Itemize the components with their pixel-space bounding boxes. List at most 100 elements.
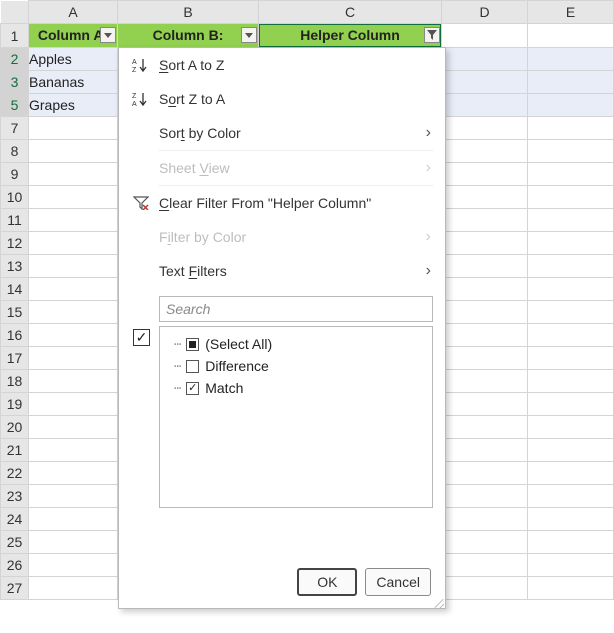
- cell[interactable]: [29, 324, 118, 347]
- header-cell-B[interactable]: Column B:: [118, 24, 258, 47]
- cell[interactable]: [29, 163, 118, 186]
- cell[interactable]: [528, 347, 614, 370]
- filter-value-difference[interactable]: ⋯ Difference: [168, 355, 424, 377]
- row-header[interactable]: 1: [1, 24, 29, 48]
- cell[interactable]: [442, 577, 528, 600]
- row-header[interactable]: 9: [1, 163, 29, 186]
- select-all-corner[interactable]: [1, 1, 29, 24]
- cell[interactable]: [442, 71, 528, 94]
- cell[interactable]: [528, 439, 614, 462]
- cell[interactable]: [528, 24, 614, 48]
- cell[interactable]: [528, 462, 614, 485]
- cell[interactable]: [442, 324, 528, 347]
- filter-button-C-active[interactable]: [424, 27, 440, 43]
- cell[interactable]: [528, 508, 614, 531]
- cell[interactable]: [442, 554, 528, 577]
- ok-button[interactable]: OK: [297, 568, 357, 596]
- cell[interactable]: [29, 577, 118, 600]
- cell[interactable]: [442, 186, 528, 209]
- cell[interactable]: [29, 186, 118, 209]
- cell[interactable]: [29, 462, 118, 485]
- filter-button-A[interactable]: [100, 27, 116, 43]
- cell[interactable]: [528, 94, 614, 117]
- cell[interactable]: [29, 416, 118, 439]
- row-header[interactable]: 5: [1, 94, 29, 117]
- cell[interactable]: [528, 531, 614, 554]
- cell[interactable]: [528, 324, 614, 347]
- cell[interactable]: [528, 301, 614, 324]
- row-header[interactable]: 26: [1, 554, 29, 577]
- cell[interactable]: [442, 393, 528, 416]
- cell[interactable]: [528, 140, 614, 163]
- cell[interactable]: [29, 278, 118, 301]
- row-header[interactable]: 16: [1, 324, 29, 347]
- header-cell-C[interactable]: Helper Column: [259, 24, 441, 47]
- cell[interactable]: [528, 48, 614, 71]
- cell[interactable]: [442, 255, 528, 278]
- row-header[interactable]: 17: [1, 347, 29, 370]
- cell[interactable]: [442, 531, 528, 554]
- cell[interactable]: [29, 370, 118, 393]
- row-header[interactable]: 15: [1, 301, 29, 324]
- cell[interactable]: [29, 439, 118, 462]
- cell[interactable]: [442, 508, 528, 531]
- cell[interactable]: [528, 186, 614, 209]
- row-header[interactable]: 14: [1, 278, 29, 301]
- row-header[interactable]: 2: [1, 48, 29, 71]
- resize-handle[interactable]: [433, 596, 443, 606]
- row-header[interactable]: 23: [1, 485, 29, 508]
- cell[interactable]: [442, 117, 528, 140]
- col-header-C[interactable]: C: [259, 1, 442, 24]
- cancel-button[interactable]: Cancel: [365, 568, 431, 596]
- cell[interactable]: [442, 24, 528, 48]
- cell[interactable]: [442, 439, 528, 462]
- cell[interactable]: [442, 347, 528, 370]
- cell[interactable]: [528, 416, 614, 439]
- cell[interactable]: [29, 255, 118, 278]
- sort-za-item[interactable]: ZA Sort Z to A: [119, 82, 445, 116]
- cell[interactable]: [442, 94, 528, 117]
- filter-value-match[interactable]: ⋯ Match: [168, 377, 424, 399]
- row-header[interactable]: 11: [1, 209, 29, 232]
- row-header[interactable]: 12: [1, 232, 29, 255]
- cell[interactable]: [442, 301, 528, 324]
- cell[interactable]: [442, 232, 528, 255]
- cell[interactable]: [528, 71, 614, 94]
- cell[interactable]: [528, 163, 614, 186]
- cell[interactable]: [442, 163, 528, 186]
- cell[interactable]: [29, 117, 118, 140]
- row-header[interactable]: 25: [1, 531, 29, 554]
- row-header[interactable]: 27: [1, 577, 29, 600]
- cell[interactable]: [29, 347, 118, 370]
- cell-A3[interactable]: Bananas: [29, 71, 118, 94]
- cell[interactable]: [29, 140, 118, 163]
- cell[interactable]: [29, 508, 118, 531]
- cell[interactable]: [528, 393, 614, 416]
- row-header[interactable]: 21: [1, 439, 29, 462]
- cell[interactable]: [528, 278, 614, 301]
- cell[interactable]: [528, 485, 614, 508]
- cell[interactable]: [29, 393, 118, 416]
- cell[interactable]: [442, 485, 528, 508]
- row-header[interactable]: 3: [1, 71, 29, 94]
- cell[interactable]: [29, 209, 118, 232]
- row-header[interactable]: 13: [1, 255, 29, 278]
- cell[interactable]: [528, 117, 614, 140]
- cell[interactable]: [29, 531, 118, 554]
- clear-filter-item[interactable]: Clear Filter From "Helper Column": [119, 186, 445, 220]
- toggle-all-checkbox[interactable]: [133, 329, 150, 346]
- cell-A2[interactable]: Apples: [29, 48, 118, 71]
- cell[interactable]: [442, 278, 528, 301]
- cell[interactable]: [29, 232, 118, 255]
- cell[interactable]: [29, 485, 118, 508]
- row-header[interactable]: 22: [1, 462, 29, 485]
- cell[interactable]: [442, 209, 528, 232]
- cell[interactable]: [442, 370, 528, 393]
- cell[interactable]: [528, 577, 614, 600]
- cell[interactable]: [442, 462, 528, 485]
- col-header-B[interactable]: B: [118, 1, 259, 24]
- header-cell-A[interactable]: Column A:: [29, 24, 117, 47]
- filter-value-select-all[interactable]: ⋯ (Select All): [168, 333, 424, 355]
- text-filters-item[interactable]: Text Filters ›: [119, 254, 445, 288]
- cell[interactable]: [442, 140, 528, 163]
